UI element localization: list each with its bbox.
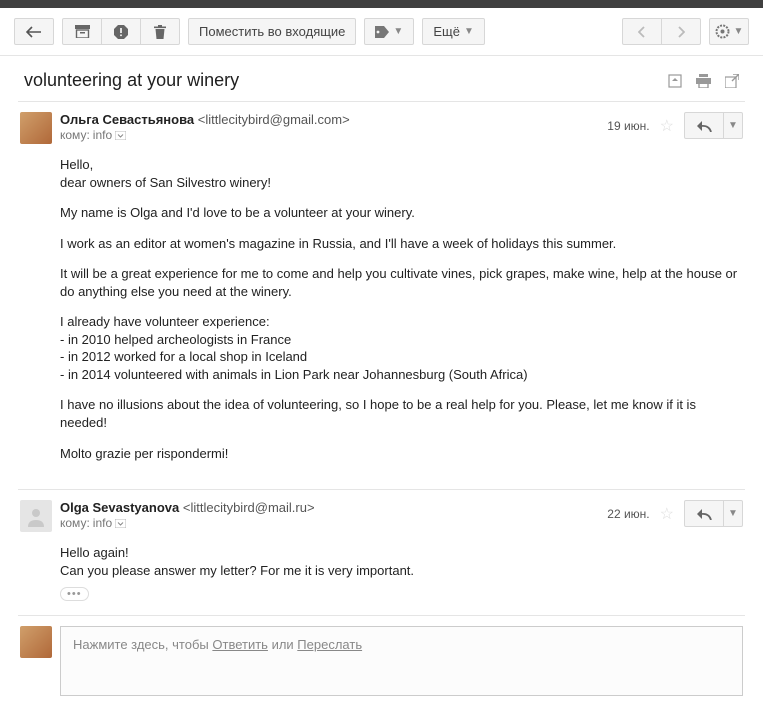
toolbar: Поместить во входящие ▼ Ещё ▼ ▼ <box>0 8 763 56</box>
message: Ольга Севастьянова <littlecitybird@gmail… <box>0 102 763 489</box>
older-button[interactable] <box>661 18 701 45</box>
star-toggle[interactable]: ☆ <box>660 504 674 524</box>
star-toggle[interactable]: ☆ <box>660 116 674 136</box>
delete-button[interactable] <box>140 18 180 45</box>
details-dropdown[interactable] <box>115 519 126 528</box>
show-trimmed-button[interactable]: ••• <box>60 587 89 601</box>
details-dropdown[interactable] <box>115 131 126 140</box>
chevron-down-icon: ▼ <box>393 26 403 37</box>
chevron-down-icon: ▼ <box>734 26 744 37</box>
move-to-inbox-label: Поместить во входящие <box>199 24 345 39</box>
reply-mid: или <box>268 637 297 652</box>
sender-email: <littlecitybird@gmail.com> <box>198 112 350 127</box>
back-button[interactable] <box>14 18 54 45</box>
settings-button[interactable]: ▼ <box>709 18 749 45</box>
chevron-down-icon: ▼ <box>728 120 738 131</box>
more-button[interactable]: Ещё ▼ <box>422 18 485 45</box>
chevron-right-icon <box>677 26 685 38</box>
tag-icon <box>375 26 389 38</box>
reply-menu[interactable]: ▼ <box>723 500 743 527</box>
chevron-down-icon: ▼ <box>464 26 474 37</box>
subject: volunteering at your winery <box>24 70 668 91</box>
trash-icon <box>154 25 166 39</box>
move-to-inbox-button[interactable]: Поместить во входящие <box>188 18 356 45</box>
message-body: Hello again!Can you please answer my let… <box>60 544 743 579</box>
message: Olga Sevastyanova <littlecitybird@mail.r… <box>0 490 763 615</box>
to-label: кому: <box>60 128 90 142</box>
reply-link[interactable]: Ответить <box>212 637 268 652</box>
spam-icon <box>114 25 128 39</box>
sender-name: Ольга Севастьянова <box>60 112 194 127</box>
reply-button[interactable] <box>684 500 724 527</box>
reply-box[interactable]: Нажмите здесь, чтобы Ответить или Пересл… <box>60 626 743 696</box>
new-window-icon[interactable] <box>725 74 739 88</box>
message-body: Hello,dear owners of San Silvestro winer… <box>60 156 743 462</box>
labels-button[interactable]: ▼ <box>364 18 414 45</box>
sender-email: <littlecitybird@mail.ru> <box>183 500 315 515</box>
sender-name: Olga Sevastyanova <box>60 500 179 515</box>
back-arrow-icon <box>26 26 42 38</box>
reply-menu[interactable]: ▼ <box>723 112 743 139</box>
to-recipient: info <box>93 516 112 530</box>
chevron-down-icon: ▼ <box>728 508 738 519</box>
avatar <box>20 500 52 532</box>
reply-prefix: Нажмите здесь, чтобы <box>73 637 212 652</box>
avatar <box>20 626 52 658</box>
to-recipient: info <box>93 128 112 142</box>
forward-link[interactable]: Переслать <box>297 637 362 652</box>
newer-button[interactable] <box>622 18 662 45</box>
to-label: кому: <box>60 516 90 530</box>
gear-icon <box>715 24 730 39</box>
spam-button[interactable] <box>101 18 141 45</box>
print-icon[interactable] <box>696 74 711 88</box>
compress-icon[interactable] <box>668 74 682 88</box>
message-date: 19 июн. <box>607 119 649 133</box>
archive-icon <box>75 25 90 38</box>
reply-button[interactable] <box>684 112 724 139</box>
more-label: Ещё <box>433 24 460 39</box>
chevron-left-icon <box>638 26 646 38</box>
message-date: 22 июн. <box>607 507 649 521</box>
archive-button[interactable] <box>62 18 102 45</box>
avatar <box>20 112 52 144</box>
